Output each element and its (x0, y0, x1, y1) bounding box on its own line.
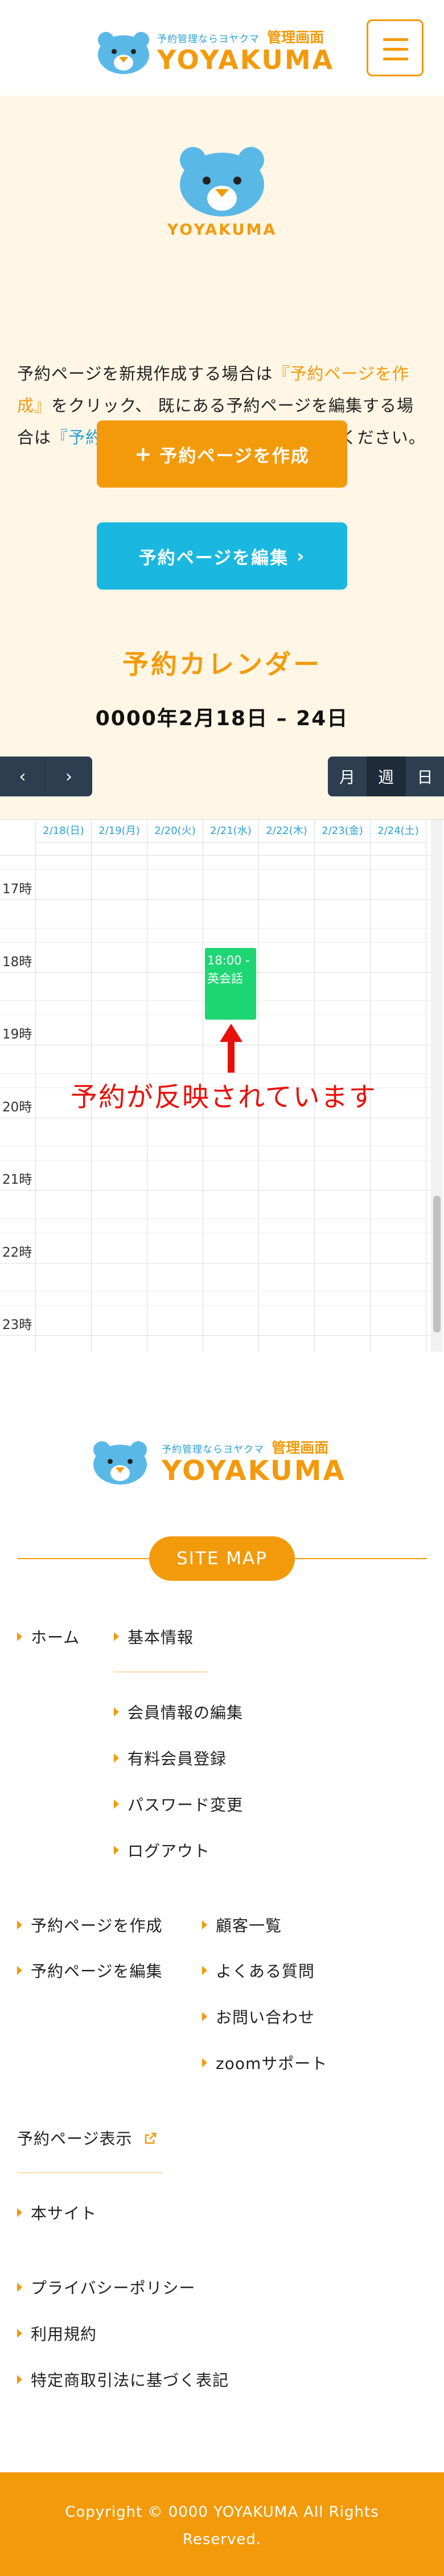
footer-link-home[interactable]: ホーム (17, 1625, 80, 1648)
create-reservation-page-button[interactable]: + 予約ページを作成 (97, 420, 347, 488)
calendar-prev-button[interactable]: ‹ (0, 757, 46, 796)
footer-link-create-page[interactable]: 予約ページを作成 (17, 1913, 162, 1936)
footer-link-privacy[interactable]: プライバシーポリシー (17, 2276, 195, 2299)
event-time: 18:00 - (207, 954, 250, 967)
sitemap-heading: SITE MAP (149, 1536, 295, 1581)
calendar-next-button[interactable]: › (46, 757, 92, 796)
grid-line (0, 1335, 433, 1336)
divider (17, 1558, 154, 1559)
week-calendar: 2/18(日) 2/19(月) 2/20(火) 2/21(水) 2/22(木) 2/23(… (0, 819, 444, 1352)
calendar-title: 予約カレンダー (122, 649, 322, 680)
page: 予約管理ならヨヤクマ 管理画面 YOYAKUMA YOYAKUMA 予約ページを… (0, 0, 444, 2576)
divider (114, 1671, 207, 1673)
bear-logo-icon (97, 30, 151, 75)
footer-link-zoom-support[interactable]: zoomサポート (202, 2051, 327, 2074)
calendar-date-range: 0000年2月18日 – 24日 (95, 707, 349, 730)
logo-subtitle: 予約管理ならヨヤクマ (157, 34, 260, 45)
footer-link-password-change[interactable]: パスワード変更 (114, 1793, 243, 1816)
chevron-right-icon: › (297, 545, 306, 567)
day-header[interactable]: 2/23(金) (314, 820, 370, 843)
external-link-icon (145, 2132, 157, 2144)
calendar-event[interactable]: 18:00 - 英会話 (205, 948, 256, 1020)
header-logo[interactable]: 予約管理ならヨヤクマ 管理画面 YOYAKUMA (97, 26, 336, 77)
hour-label: 20時 (2, 1099, 32, 1115)
grid-line (0, 869, 433, 870)
mascot-wordmark: YOYAKUMA (167, 221, 277, 239)
footer-link-tokushoho[interactable]: 特定商取引法に基づく表記 (17, 2368, 229, 2391)
arrow-up-icon (220, 1024, 242, 1075)
day-header[interactable]: 2/24(土) (370, 820, 426, 843)
plus-icon: + (134, 442, 153, 466)
hour-label: 22時 (2, 1245, 32, 1260)
grid-line (0, 1190, 433, 1191)
hour-label: 18時 (2, 954, 32, 970)
logo-subtitle: 予約管理ならヨヤクマ (162, 1444, 264, 1455)
grid-line (0, 899, 433, 900)
copyright: Copyright © 0000 YOYAKUMA All Rights Res… (0, 2472, 444, 2576)
grid-line (0, 1262, 433, 1264)
logo-admin-label: 管理画面 (272, 1440, 329, 1456)
site-header: 予約管理ならヨヤクマ 管理画面 YOYAKUMA (0, 0, 444, 96)
footer-link-logout[interactable]: ログアウト (114, 1839, 210, 1862)
hour-label: 17時 (2, 882, 32, 897)
day-header[interactable]: 2/21(水) (203, 820, 258, 843)
chevron-left-icon: ‹ (19, 766, 26, 787)
day-header[interactable]: 2/22(木) (258, 820, 314, 843)
hour-label: 23時 (2, 1318, 32, 1332)
view-month-button[interactable]: 月 (328, 757, 367, 796)
footer-link-view-page[interactable]: 予約ページ表示 (17, 2127, 157, 2149)
calendar-scrollbar[interactable] (431, 820, 443, 1352)
intro-section: YOYAKUMA 予約ページを新規作成する場合は『予約ページを作成』をクリック、… (0, 96, 444, 831)
footer-link-edit-page[interactable]: 予約ページを編集 (17, 1959, 162, 1982)
day-header[interactable]: 2/20(火) (147, 820, 203, 843)
day-header[interactable]: 2/18(日) (35, 820, 91, 843)
day-header[interactable]: 2/19(月) (91, 820, 147, 843)
divider (17, 2172, 163, 2173)
hour-label: 21時 (2, 1172, 32, 1187)
event-title: 英会話 (207, 972, 243, 986)
footer-link-faq[interactable]: よくある質問 (202, 1959, 315, 1982)
view-week-button[interactable]: 週 (367, 757, 405, 796)
hour-label: 19時 (2, 1027, 32, 1042)
grid-line (0, 927, 433, 929)
grid-line (0, 1073, 433, 1074)
bear-mascot-icon (178, 145, 266, 218)
footer-logo[interactable]: 予約管理ならヨヤクマ 管理画面 YOYAKUMA (92, 1436, 354, 1487)
hamburger-menu-button[interactable] (367, 19, 424, 76)
grid-line (0, 942, 433, 943)
footer-link-main-site[interactable]: 本サイト (17, 2201, 97, 2224)
footer-link-basic-info[interactable]: 基本情報 (114, 1625, 194, 1648)
footer-link-member-edit[interactable]: 会員情報の編集 (114, 1700, 243, 1723)
grid-line (0, 855, 433, 856)
grid-line (0, 1305, 433, 1306)
logo-admin-label: 管理画面 (267, 29, 324, 46)
footer-link-customers[interactable]: 顧客一覧 (202, 1913, 282, 1936)
annotation-text: 予約が反映されています (71, 1082, 377, 1113)
edit-reservation-page-button[interactable]: 予約ページを編集 › (97, 522, 347, 590)
view-day-button[interactable]: 日 (405, 757, 444, 796)
scrollbar-thumb[interactable] (433, 1196, 441, 1332)
footer-link-contact[interactable]: お問い合わせ (202, 2005, 315, 2028)
logo-wordmark: YOYAKUMA (162, 1455, 346, 1487)
divider (290, 1558, 427, 1559)
logo-wordmark: YOYAKUMA (157, 44, 335, 75)
chevron-right-icon: › (65, 766, 72, 787)
footer-link-paid-member[interactable]: 有料会員登録 (114, 1747, 227, 1769)
bear-logo-icon (92, 1439, 149, 1486)
footer-link-terms[interactable]: 利用規約 (17, 2322, 97, 2345)
